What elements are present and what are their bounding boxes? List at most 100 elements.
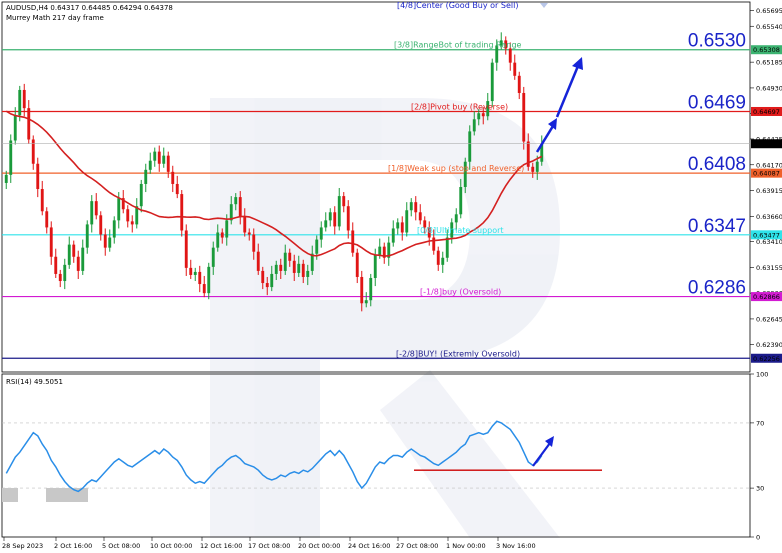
candle-body — [400, 222, 404, 233]
candle-body — [234, 197, 238, 205]
candle-body — [162, 155, 166, 164]
candle-body — [297, 263, 301, 273]
candle-body — [373, 254, 377, 278]
candle-body — [261, 270, 265, 284]
candle-body — [18, 89, 22, 116]
price-tick-label: 0.65185 — [756, 59, 782, 67]
candle-body — [328, 212, 332, 221]
price-tick-label: 0.63660 — [756, 213, 782, 221]
rsi-tick-label: 100 — [756, 371, 768, 379]
candle-body — [472, 119, 476, 132]
murrey-level-label: [-1/8]buy (Oversold) — [420, 288, 501, 297]
candle-body — [36, 163, 40, 190]
candle-body — [171, 171, 175, 184]
rsi-axis: 100 70 30 0 — [2, 371, 768, 542]
candle-body — [103, 234, 107, 248]
rsi-tick-label: 70 — [756, 419, 764, 427]
time-tick-label: 17 Oct 08:00 — [248, 542, 290, 550]
candle-body — [292, 260, 296, 273]
time-tick-label: 24 Oct 16:00 — [348, 542, 390, 550]
candle-body — [306, 270, 310, 277]
price-tick-label: 0.64930 — [756, 84, 782, 92]
candle-body — [274, 264, 278, 274]
candle-body — [468, 131, 472, 162]
candle-body — [337, 196, 341, 227]
candle-body — [459, 187, 463, 215]
symbol-header: AUDUSD,H4 0.64317 0.64485 0.64294 0.6437… — [6, 4, 173, 12]
candle-body — [99, 215, 103, 235]
price-axis: 0.656950.655400.651850.649300.646750.644… — [750, 7, 782, 363]
candle-body — [265, 283, 269, 288]
candle-body — [175, 183, 179, 195]
big-level-value: 0.6530 — [688, 31, 746, 52]
time-tick-label: 3 Nov 16:00 — [496, 542, 536, 550]
candle-body — [9, 140, 13, 175]
level-price-tag-text: 0.64697 — [753, 108, 780, 116]
level-price-tag-text: 0.65308 — [753, 46, 780, 54]
candle-body — [40, 189, 44, 212]
big-level-value: 0.6347 — [688, 216, 746, 237]
candle-body — [391, 228, 395, 243]
murrey-level-label: [-2/8]BUY! (Extremly Oversold) — [396, 349, 520, 358]
chevron-down-icon — [540, 3, 548, 8]
time-tick-label: 5 Oct 08:00 — [102, 542, 140, 550]
rsi-panel-frame — [1, 373, 751, 538]
price-tick-label: 0.62645 — [756, 315, 782, 323]
candle-body — [193, 271, 197, 275]
murrey-level-label: [1/8]Weak sup (stop and Reverse) — [388, 164, 524, 173]
candle-body — [58, 273, 62, 282]
candle-body — [301, 263, 305, 277]
rsi-tick-label: 0 — [756, 534, 760, 542]
level-price-tag-text: 0.62866 — [753, 293, 780, 301]
candle-body — [49, 227, 53, 257]
candle-body — [202, 284, 206, 294]
candle-body — [243, 216, 247, 233]
candle-body — [283, 252, 287, 271]
candle-body — [490, 62, 494, 102]
candle-body — [117, 198, 121, 221]
candle-body — [513, 62, 517, 76]
candle-body — [198, 271, 202, 285]
candle-body — [22, 89, 26, 109]
forecast-arrow-rsi — [532, 436, 554, 467]
chart-canvas: AUDUSD,H4 0.64317 0.64485 0.64294 0.6437… — [1, 1, 782, 550]
candle-body — [256, 251, 260, 271]
candle-body — [436, 250, 440, 265]
candle-body — [108, 237, 112, 248]
candle-body — [319, 227, 323, 240]
price-tick-label: 0.63915 — [756, 187, 782, 195]
big-level-value: 0.6469 — [688, 92, 746, 113]
level-price-tag-text: 0.63477 — [753, 231, 780, 239]
candle-body — [112, 220, 116, 238]
rsi-tick-label: 30 — [756, 485, 764, 493]
rsi-title: RSI(14) 49.5051 — [6, 378, 63, 386]
murrey-4-8-label: [4/8]Center (Good Buy or Sell) — [397, 1, 518, 10]
candle-body — [157, 151, 161, 164]
candle-body — [346, 206, 350, 231]
candle-body — [288, 252, 292, 261]
candle-body — [535, 161, 539, 172]
candle-body — [324, 220, 328, 228]
candle-body — [76, 256, 80, 271]
candle-body — [130, 221, 134, 225]
candle-body — [508, 48, 512, 63]
time-axis: 28 Sep 2023 2 Oct 16:00 5 Oct 08:00 10 Oct … — [2, 537, 536, 550]
candle-body — [220, 232, 224, 238]
candle-body — [189, 267, 193, 275]
level-price-tag-text: 0.64087 — [753, 170, 780, 178]
candle-body — [247, 232, 251, 235]
level-price-tag-text: 0.62256 — [753, 355, 780, 363]
forecast-arrow-main — [535, 57, 583, 153]
candle-body — [454, 214, 458, 223]
candle-body — [432, 237, 436, 251]
price-tick-label: 0.65540 — [756, 23, 782, 31]
chart-window: AUDUSD,H4 0.64317 0.64485 0.64294 0.6437… — [0, 0, 782, 553]
candle-body — [342, 196, 346, 207]
candle-body — [211, 247, 215, 267]
candle-body — [54, 256, 58, 274]
candle-body — [414, 202, 418, 213]
candle-body — [153, 151, 157, 161]
big-level-tags: 0.6530 0.6469 0.6408 0.6347 0.6286 — [688, 31, 746, 299]
price-tick-label: 0.63155 — [756, 264, 782, 272]
price-tick-label: 0.62390 — [756, 341, 782, 349]
